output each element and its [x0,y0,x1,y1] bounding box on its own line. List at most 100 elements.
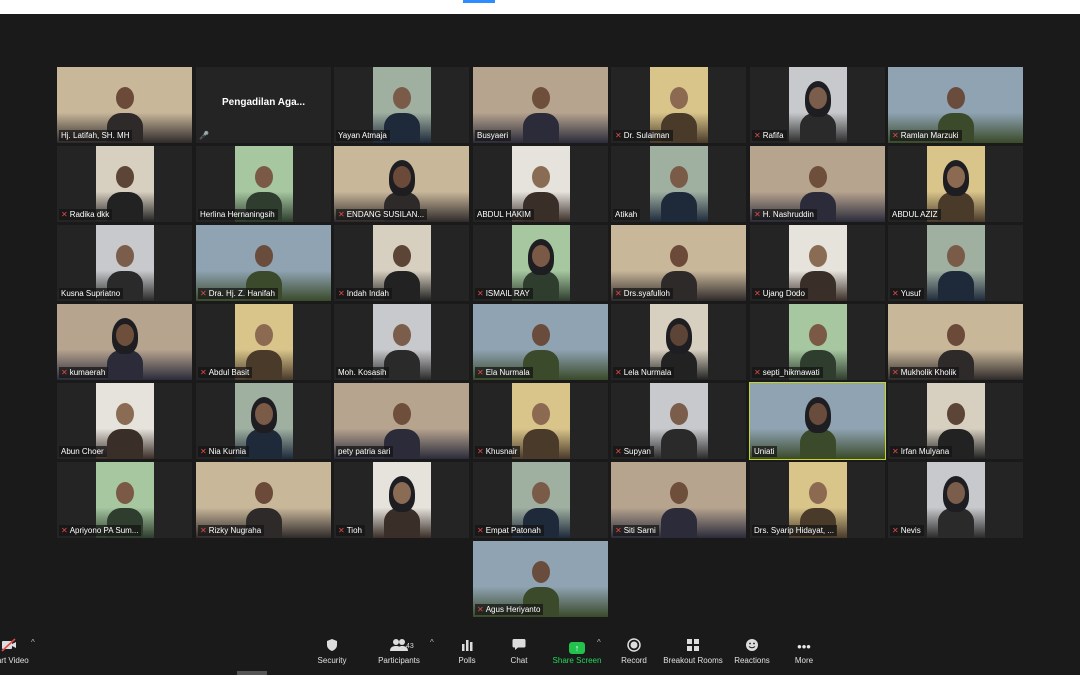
mic-muted-icon: ✕ [754,289,761,298]
participant-tile[interactable]: ✕ kumaerah [57,304,192,380]
participant-tile[interactable]: ✕ Apriyono PA Sum... [57,462,192,538]
participant-tile[interactable]: ABDUL HAKIM [473,146,608,222]
participant-tile[interactable]: ✕ ISMAIL RAY [473,225,608,301]
participant-tile[interactable]: ✕ Dra. Hj. Z. Hanifah [196,225,331,301]
participant-tile[interactable]: Busyaeri [473,67,608,143]
participant-video [926,225,985,301]
participant-name-label: ✕ septi_hikmawati [752,367,823,378]
participant-tile[interactable]: Hj. Latifah, SH. MH [57,67,192,143]
security-button[interactable]: Security [297,638,367,672]
participant-name: ENDANG SUSILAN... [346,210,425,219]
mic-muted-icon: ✕ [61,210,68,219]
more-button[interactable]: ••• More [769,638,839,672]
participant-name: Drs. Syarip Hidayat, ... [754,526,835,535]
mic-muted-icon: ✕ [892,289,899,298]
start-video-button[interactable]: Start Video [0,638,44,672]
participant-tile[interactable]: ✕ Khusnair [473,383,608,459]
participant-name: Rafifa [762,131,784,140]
participant-tile[interactable]: Pengadilan Aga... 🎤 [196,67,331,143]
participant-name: Yusuf [900,289,921,298]
view-indicator[interactable] [463,0,495,3]
participant-tile[interactable]: ✕ Ramlan Marzuki [888,67,1023,143]
participant-name-label: pety patria sari [336,446,394,457]
participant-name-label: ✕ Tioh [336,525,365,536]
participant-tile[interactable]: ✕ Nevis [888,462,1023,538]
participant-tile[interactable]: Abun Choer [57,383,192,459]
participant-tile[interactable]: ✕ Abdul Basit [196,304,331,380]
participant-name: Indah Indah [346,289,389,298]
participant-tile[interactable]: Herlina Hernaningsih [196,146,331,222]
participant-tile[interactable]: ✕ Irfan Mulyana [888,383,1023,459]
participant-name: Yayan Atmaja [338,131,387,140]
mic-muted-icon: ✕ [338,289,345,298]
participant-name: Rizky Nugraha [208,526,262,535]
mic-muted-icon: ✕ [477,368,484,377]
participant-name: Irfan Mulyana [900,447,950,456]
participant-name-label: Hj. Latifah, SH. MH [59,130,133,141]
video-options-chevron-icon[interactable]: ^ [31,638,35,647]
participant-tile[interactable]: Yayan Atmaja [334,67,469,143]
participants-icon: 43 [364,638,434,656]
participant-name: Apriyono PA Sum... [69,526,139,535]
participant-tile[interactable]: ✕ Dr. Sulaiman [611,67,746,143]
mic-muted-icon: ✕ [61,368,68,377]
participant-tile[interactable]: ✕ Siti Sarni [611,462,746,538]
participant-name-label: ✕ Nevis [890,525,924,536]
participant-tile[interactable]: ✕ Rafifa [750,67,885,143]
participant-name: Nia Kurnia [208,447,247,456]
participant-name: Lela Nurmala [623,368,672,377]
participant-tile[interactable]: Drs. Syarip Hidayat, ... [750,462,885,538]
mic-muted-icon: ✕ [338,210,345,219]
participant-tile[interactable]: ✕ Empat Patonah [473,462,608,538]
participant-tile[interactable]: Kusna Supriatno [57,225,192,301]
participant-tile[interactable]: ✕ Agus Heriyanto [473,541,608,617]
participant-name-label: ✕ Ujang Dodo [752,288,808,299]
mic-muted-icon: ✕ [892,368,899,377]
participant-name: Supyan [623,447,651,456]
mic-muted-icon: ✕ [338,526,345,535]
participant-tile[interactable]: Uniati [749,382,886,460]
gallery-view: Hj. Latifah, SH. MH Pengadilan Aga... 🎤 Yay… [0,14,1080,634]
participant-tile[interactable]: Atikah [611,146,746,222]
participant-name-label: Drs. Syarip Hidayat, ... [752,525,838,536]
participant-tile[interactable]: ✕ Lela Nurmala [611,304,746,380]
participant-tile[interactable]: ✕ Radika dkk [57,146,192,222]
participant-name: ISMAIL RAY [485,289,530,298]
participant-tile[interactable]: ✕ Ela Nurmala [473,304,608,380]
participant-tile[interactable]: Moh. Kosasih [334,304,469,380]
participant-tile[interactable]: ✕ Tioh [334,462,469,538]
participant-tile[interactable]: ✕ Indah Indah [334,225,469,301]
participant-name-label: ✕ Dr. Sulaiman [613,130,673,141]
participant-tile[interactable]: ✕ Ujang Dodo [750,225,885,301]
participant-name: Agus Heriyanto [485,605,541,614]
participant-video [788,67,847,143]
start-video-label: Start Video [0,656,29,665]
participant-name-label: ✕ Radika dkk [59,209,113,220]
participant-tile[interactable]: ✕ Nia Kurnia [196,383,331,459]
scroll-handle[interactable] [237,671,267,675]
mic-muted-icon: ✕ [477,289,484,298]
participant-tile[interactable]: ✕ Drs.syafulloh [611,225,746,301]
participant-tile[interactable]: ✕ Rizky Nugraha [196,462,331,538]
participant-tile[interactable]: pety patria sari [334,383,469,459]
participant-name-label: ✕ Rafifa [752,130,787,141]
mic-muted-icon: ✕ [615,447,622,456]
security-label: Security [317,656,347,665]
participant-tile[interactable]: ✕ Supyan [611,383,746,459]
participant-tile[interactable]: ✕ H. Nashruddin [750,146,885,222]
participant-name-label: Kusna Supriatno [59,288,124,299]
shield-icon [297,638,367,656]
participant-name-label: ✕ ISMAIL RAY [475,288,533,299]
mic-muted-icon: ✕ [892,447,899,456]
participant-tile[interactable]: ✕ Yusuf [888,225,1023,301]
participant-tile[interactable]: ✕ Mukholik Kholik [888,304,1023,380]
participant-tile[interactable]: ✕ septi_hikmawati [750,304,885,380]
participant-name: Nevis [900,526,921,535]
meeting-toolbar: Start Video ^ Security 43 Participants ^… [0,634,1080,675]
more-label: More [794,656,814,665]
mic-muted-icon: ✕ [477,605,484,614]
participants-button[interactable]: 43 Participants [364,638,434,672]
participant-tile[interactable]: ABDUL AZIZ [888,146,1023,222]
participant-name-label: ✕ Dra. Hj. Z. Hanifah [198,288,278,299]
participant-tile[interactable]: ✕ ENDANG SUSILAN... [334,146,469,222]
